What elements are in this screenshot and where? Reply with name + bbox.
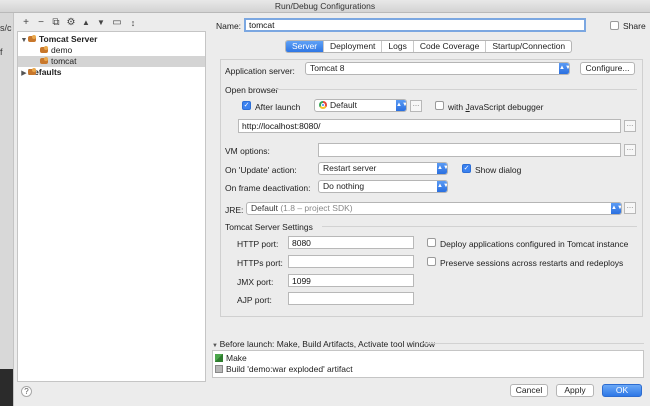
arrow-up-icon[interactable]: ▲ [81,18,91,28]
chevron-updown-icon: ▲▼ [611,203,621,214]
sort-icon[interactable]: ↕ [128,18,138,28]
tomcat-icon [40,57,49,65]
configuration-tree: ▼ Tomcat Server demo tomcat ▶Defaults [17,31,206,382]
browser-ellipsis-button[interactable]: … [410,100,422,112]
tab-code-coverage[interactable]: Code Coverage [414,41,487,52]
on-update-select[interactable]: Restart server ▲▼ [318,162,448,175]
expand-triangle-icon[interactable]: ▼ [20,35,28,46]
list-item[interactable]: Make [215,353,247,363]
show-dialog-checkbox[interactable]: ✓ [462,164,471,173]
http-port-field[interactable] [288,236,414,249]
chevron-updown-icon: ▲▼ [396,100,406,111]
tomcat-settings-heading: Tomcat Server Settings [225,222,313,232]
tab-startup-connection[interactable]: Startup/Connection [486,41,571,52]
after-launch-checkbox[interactable]: ✓ [242,101,251,110]
open-browser-heading: Open browser [225,85,279,95]
browser-select[interactable]: Default ▲▼ [314,99,407,112]
tomcat-icon [40,46,49,54]
vm-options-label: VM options: [225,146,270,156]
chevron-updown-icon: ▲▼ [437,163,447,174]
tree-item-tomcat-server[interactable]: ▼ Tomcat Server [20,34,98,46]
divider [422,343,644,344]
tab-deployment[interactable]: Deployment [324,41,383,52]
jmx-port-label: JMX port: [237,277,274,287]
tomcat-icon [28,35,37,43]
on-frame-label: On frame deactivation: [225,183,311,193]
config-tabs: Server Deployment Logs Code Coverage Sta… [285,40,573,53]
https-port-field[interactable] [288,255,414,268]
share-checkbox[interactable] [610,21,619,30]
app-server-select[interactable]: Tomcat 8 ▲▼ [305,62,570,75]
chrome-icon [319,101,327,109]
ajp-port-field[interactable] [288,292,414,305]
vm-options-ellipsis-button[interactable]: … [624,144,636,156]
cancel-button[interactable]: Cancel [510,384,548,397]
show-dialog-label: Show dialog [475,165,522,175]
editor-fragment: s/c [0,23,12,33]
make-icon [215,354,223,362]
jre-ellipsis-button[interactable]: … [624,202,636,214]
jre-label: JRE: [225,205,244,215]
url-ellipsis-button[interactable]: … [624,120,636,132]
background-console [0,369,13,406]
deploy-label: Deploy applications configured in Tomcat… [440,239,629,249]
after-launch-label: After launch [255,102,301,112]
share-label: Share [623,21,646,31]
preserve-sessions-checkbox[interactable] [427,257,436,266]
http-port-label: HTTP port: [237,239,279,249]
wrench-icon[interactable]: ⚙ [66,18,76,28]
background-editor-strip: s/c f [0,13,14,406]
editor-fragment-2: f [0,47,3,57]
before-launch-header[interactable]: ▼ Before launch: Make, Build Artifacts, … [212,339,435,349]
divider [322,226,637,227]
ajp-port-label: AJP port: [237,295,272,305]
collapse-triangle-icon: ▼ [212,343,220,349]
vm-options-field[interactable] [318,143,621,157]
list-item[interactable]: Build 'demo:war exploded' artifact [215,364,353,374]
window-title: Run/Debug Configurations [0,0,650,13]
tab-server[interactable]: Server [286,41,325,52]
on-frame-select[interactable]: Do nothing ▲▼ [318,180,448,193]
tree-item-demo[interactable]: demo [40,45,72,56]
configure-button[interactable]: Configure... [580,62,635,75]
plus-icon[interactable]: + [21,18,31,28]
js-debugger-checkbox[interactable] [435,101,444,110]
tab-logs[interactable]: Logs [382,41,414,52]
chevron-updown-icon: ▲▼ [559,63,569,74]
browser-url-field[interactable] [238,119,621,133]
artifact-icon [215,365,223,373]
js-debugger-label: with JavaScript debugger [448,102,544,112]
collapse-triangle-icon[interactable]: ▶ [20,68,28,79]
copy-icon[interactable]: ⧉ [51,18,61,28]
minus-icon[interactable]: − [36,18,46,28]
tree-item-tomcat[interactable]: tomcat [18,56,205,67]
jre-select[interactable]: Default (1.8 – project SDK) ▲▼ [246,202,622,215]
arrow-down-icon[interactable]: ▼ [96,18,106,28]
https-port-label: HTTPs port: [237,258,283,268]
apply-button[interactable]: Apply [556,384,594,397]
chevron-updown-icon: ▲▼ [437,181,447,192]
folder-icon[interactable]: ▭ [112,18,122,28]
run-debug-dialog: Run/Debug Configurations s/c f + − ⧉ ⚙ ▲… [0,0,650,406]
before-launch-list: Make Build 'demo:war exploded' artifact [212,350,644,378]
tree-item-defaults[interactable]: ▶Defaults [20,67,61,79]
on-update-label: On 'Update' action: [225,165,297,175]
name-field[interactable] [244,18,586,32]
help-button[interactable]: ? [21,386,32,397]
app-server-label: Application server: [225,66,295,76]
name-label: Name: [216,21,242,31]
divider [275,89,637,90]
ok-button[interactable]: OK [602,384,642,397]
jmx-port-field[interactable] [288,274,414,287]
preserve-sessions-label: Preserve sessions across restarts and re… [440,258,624,268]
deploy-checkbox[interactable] [427,238,436,247]
